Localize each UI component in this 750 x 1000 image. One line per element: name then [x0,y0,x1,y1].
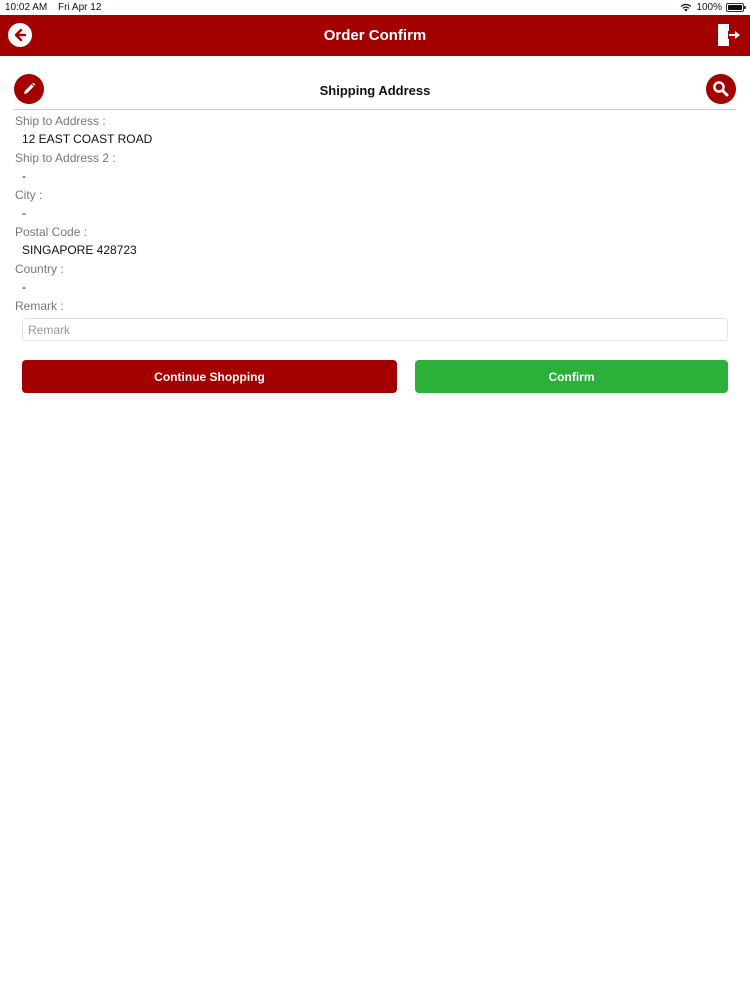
edit-address-button[interactable] [14,74,44,104]
field-label: Country : [15,262,64,276]
battery-percent: 100% [696,2,722,13]
field-label: Postal Code : [15,225,88,239]
logout-icon [718,24,740,46]
confirm-button[interactable]: Confirm [415,360,728,393]
back-button[interactable] [8,23,32,47]
status-right: 100% [680,2,746,13]
shipping-address-header: Shipping Address [14,72,736,110]
search-icon [713,81,729,97]
battery-icon [726,3,746,12]
field-city: City : - [15,186,735,223]
field-value: 12 EAST COAST ROAD [22,132,153,146]
status-left: 10:02 AM Fri Apr 12 [5,2,101,13]
status-time: 10:02 AM [5,2,48,13]
remark-input[interactable] [22,318,728,341]
status-date: Fri Apr 12 [58,2,102,13]
field-label: Ship to Address 2 : [15,151,116,165]
logout-button[interactable] [714,21,742,49]
field-postal-code: Postal Code : SINGAPORE 428723 [15,223,735,260]
pencil-icon [24,82,36,94]
field-label: Ship to Address : [15,114,106,128]
field-ship-to-address-2: Ship to Address 2 : - [15,149,735,186]
wifi-icon [681,3,692,12]
field-country: Country : - [15,260,735,297]
back-arrow-icon [14,28,27,42]
field-remark: Remark : [15,297,735,315]
continue-shopping-button[interactable]: Continue Shopping [22,360,397,393]
field-label: City : [15,188,43,202]
field-value: - [22,169,26,183]
shipping-fields: Ship to Address : 12 EAST COAST ROAD Shi… [15,112,735,315]
page-title: Order Confirm [323,27,427,44]
nav-bar: Order Confirm [0,15,750,56]
search-address-button[interactable] [706,74,736,104]
field-ship-to-address: Ship to Address : 12 EAST COAST ROAD [15,112,735,149]
field-value: - [22,280,26,294]
section-title: Shipping Address [319,83,431,98]
status-bar: 10:02 AM Fri Apr 12 100% [0,0,750,15]
field-value: SINGAPORE 428723 [22,243,137,257]
field-value: - [22,206,26,220]
field-label: Remark : [15,299,64,313]
